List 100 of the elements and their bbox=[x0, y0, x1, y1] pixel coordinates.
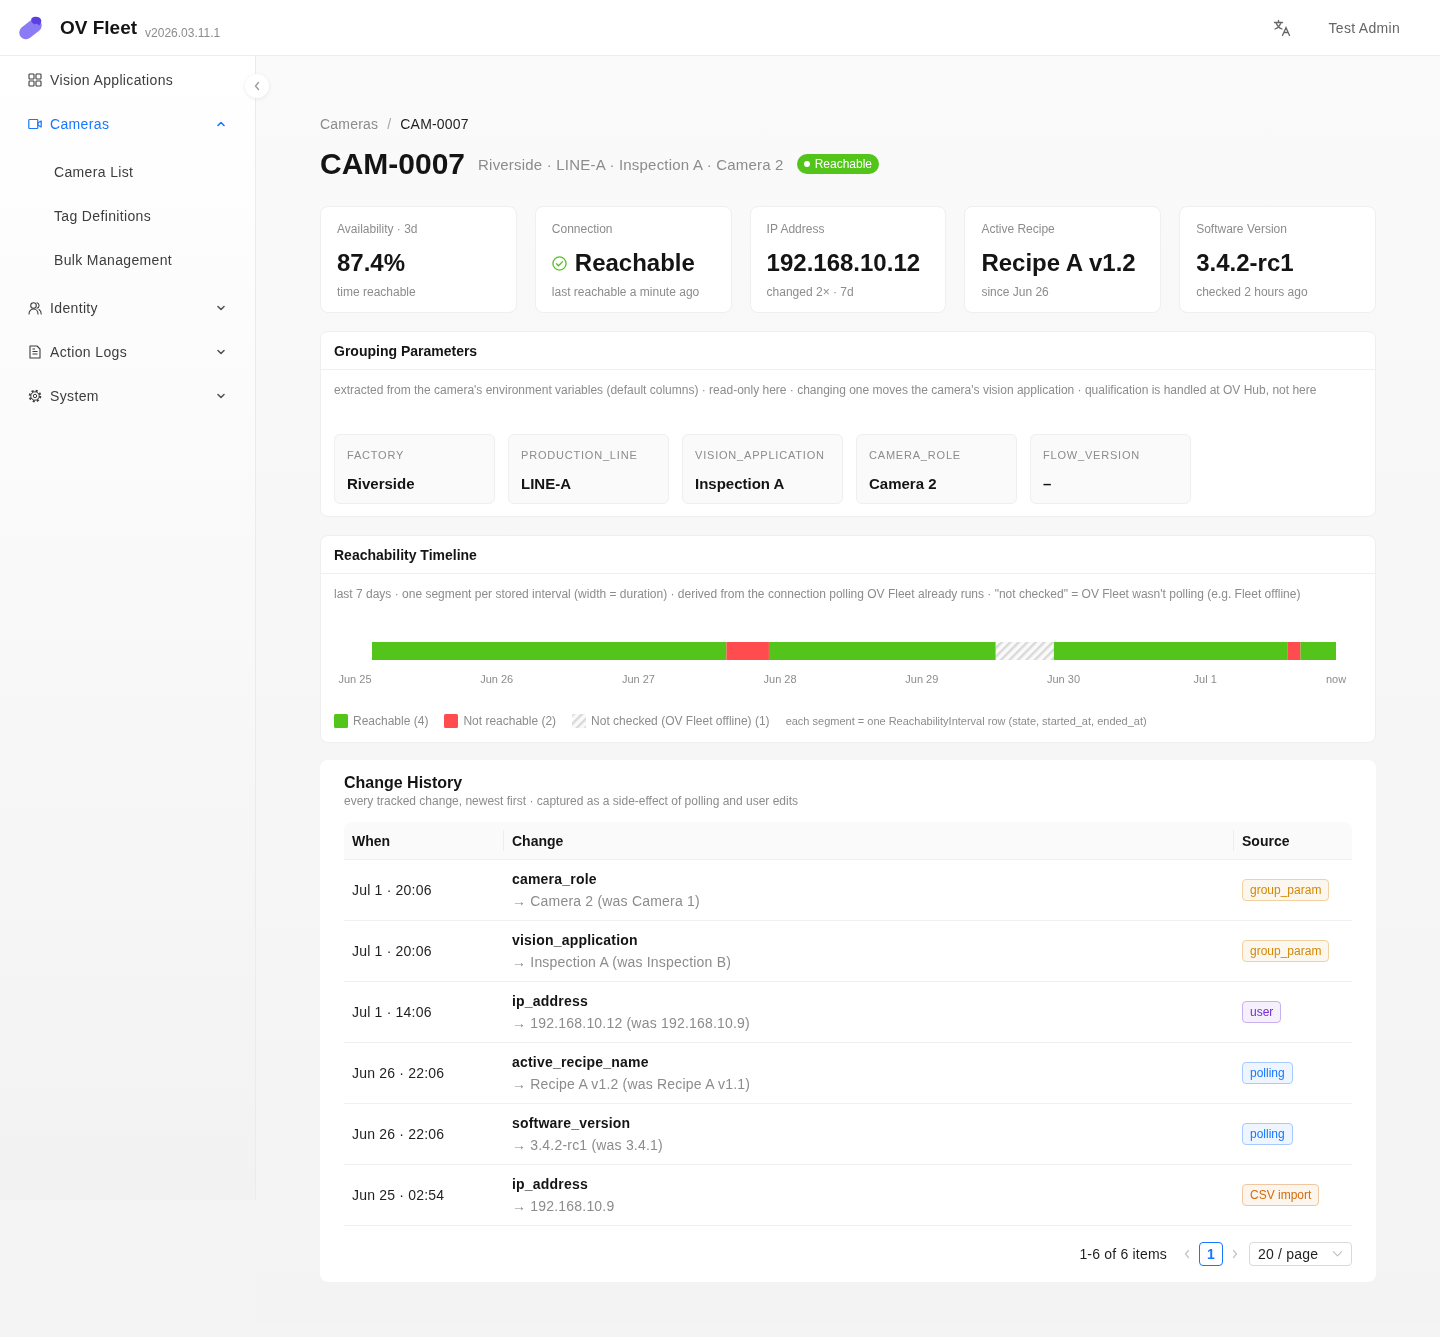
legend-label: Not checked (OV Fleet offline) (1) bbox=[591, 714, 770, 728]
gear-icon bbox=[28, 389, 42, 403]
parameter-value: LINE-A bbox=[521, 474, 572, 494]
axis-tick-label: Jun 28 bbox=[763, 673, 797, 685]
document-icon bbox=[28, 345, 42, 359]
user-name[interactable]: Test Admin bbox=[1328, 19, 1400, 36]
table-cell-text: Jul 1 · 20:06 bbox=[351, 942, 433, 961]
app-name: OV Fleet bbox=[60, 16, 138, 39]
source-tag: group_param bbox=[1242, 879, 1330, 901]
page-size-select[interactable]: 20 / page bbox=[1249, 1242, 1352, 1266]
column-header: Source bbox=[1233, 822, 1352, 859]
table-cell-text: Jul 1 · 14:06 bbox=[351, 1003, 433, 1022]
chevron-left-icon bbox=[1183, 1249, 1191, 1259]
breadcrumb-separator: / bbox=[387, 115, 392, 134]
sidebar-subitem[interactable]: Tag Definitions bbox=[4, 196, 243, 236]
check-circle-icon bbox=[551, 255, 567, 271]
change-description: → 192.168.10.12 (was 192.168.10.9) bbox=[512, 1014, 750, 1033]
sidebar-item[interactable]: System bbox=[4, 376, 243, 416]
axis-tick-label: Jul 1 bbox=[1193, 673, 1217, 685]
sidebar-item[interactable]: Action Logs bbox=[4, 332, 243, 372]
chevron-left-icon bbox=[253, 81, 261, 91]
sidebar-subitem[interactable]: Bulk Management bbox=[4, 240, 243, 280]
grid-icon bbox=[28, 73, 42, 87]
column-header: Change bbox=[503, 822, 1233, 859]
source-tag: polling bbox=[1242, 1062, 1293, 1084]
page-subtitle: Riverside · LINE-A · Inspection A · Camera 2 bbox=[478, 155, 784, 173]
page-button[interactable]: 1 bbox=[1199, 1242, 1223, 1266]
stat-value: Recipe A v1.2 bbox=[981, 248, 1136, 278]
stat-label: Active Recipe bbox=[981, 221, 1056, 237]
change-description: → Recipe A v1.2 (was Recipe A v1.1) bbox=[512, 1075, 751, 1094]
section-title: Change History bbox=[344, 773, 464, 793]
users-icon bbox=[28, 301, 42, 315]
stat-value: 87.4% bbox=[337, 248, 406, 278]
parameter-key: PRODUCTION_LINE bbox=[521, 448, 656, 462]
version-label: v2026.03.11.1 bbox=[145, 25, 221, 40]
table-cell-text: Jul 1 · 20:06 bbox=[351, 881, 433, 900]
chevron-down-icon bbox=[1332, 1250, 1343, 1258]
stat-note: last reachable a minute ago bbox=[551, 284, 701, 300]
parameter-key: CAMERA_ROLE bbox=[869, 448, 1004, 462]
source-tag: group_param bbox=[1242, 940, 1330, 962]
column-header: When bbox=[351, 831, 392, 851]
stat-label: Connection bbox=[551, 221, 614, 237]
change-description: → 192.168.10.9 bbox=[512, 1197, 615, 1216]
stat-note: changed 2× · 7d bbox=[766, 284, 855, 300]
axis-tick-label: Jun 30 bbox=[1047, 673, 1080, 685]
chevron-right-icon bbox=[1231, 1249, 1239, 1259]
axis-tick-label: Jun 29 bbox=[905, 673, 939, 685]
legend-note: each segment = one ReachabilityInterval row (state, started_at, ended_at) bbox=[785, 715, 1147, 727]
stat-label: Availability · 3d bbox=[337, 221, 419, 237]
parameter-value: Inspection A bbox=[695, 474, 786, 494]
table-cell-text: Jun 25 · 02:54 bbox=[351, 1186, 446, 1205]
parameter-value: Riverside bbox=[347, 474, 416, 494]
change-field: software_version bbox=[512, 1112, 631, 1134]
sidebar-item[interactable]: Identity bbox=[4, 288, 243, 328]
parameter-value: – bbox=[1043, 474, 1053, 494]
stat-value: Reachable bbox=[574, 248, 695, 278]
status-badge: Reachable bbox=[796, 154, 880, 174]
stat-note: since Jun 26 bbox=[981, 284, 1050, 300]
sidebar-item[interactable]: Cameras bbox=[4, 104, 243, 144]
source-tag: CSV import bbox=[1242, 1184, 1320, 1206]
stat-note: checked 2 hours ago bbox=[1196, 284, 1309, 300]
table-cell-text: Jun 26 · 22:06 bbox=[351, 1125, 446, 1144]
legend-label: Not reachable (2) bbox=[463, 714, 557, 728]
status-dot-icon bbox=[803, 161, 810, 167]
translate-icon[interactable] bbox=[1272, 18, 1291, 37]
stat-value: 3.4.2-rc1 bbox=[1196, 248, 1294, 278]
stat-label: IP Address bbox=[766, 221, 826, 237]
sidebar-subitem[interactable]: Camera List bbox=[4, 152, 243, 192]
parameter-key: VISION_APPLICATION bbox=[695, 448, 830, 462]
change-field: active_recipe_name bbox=[512, 1051, 649, 1073]
change-field: vision_application bbox=[512, 929, 638, 951]
axis-tick-label: Jun 27 bbox=[621, 673, 655, 685]
parameter-value: Camera 2 bbox=[869, 474, 938, 494]
axis-tick-label: Jun 26 bbox=[480, 673, 514, 685]
source-tag: user bbox=[1242, 1001, 1282, 1023]
page-title: CAM-0007 bbox=[320, 146, 466, 182]
axis-tick-label: Jun 25 bbox=[338, 673, 372, 685]
source-tag: polling bbox=[1242, 1123, 1293, 1145]
change-description: → Inspection A (was Inspection B) bbox=[512, 953, 732, 972]
panel-description: extracted from the camera's environment variables (default columns) · read-only here · changing one moves the camera's vision application · qualification is handled at OV Hub, not here bbox=[334, 382, 1318, 399]
panel-title: Grouping Parameters bbox=[334, 342, 478, 359]
change-description: → Camera 2 (was Camera 1) bbox=[512, 892, 700, 911]
video-camera-icon bbox=[28, 117, 42, 131]
parameter-key: FLOW_VERSION bbox=[1043, 448, 1178, 462]
section-subtitle: every tracked change, newest first · captured as a side-effect of polling and user edits bbox=[344, 793, 800, 809]
pagination-summary: 1-6 of 6 items bbox=[1079, 1246, 1167, 1262]
stat-note: time reachable bbox=[337, 284, 417, 300]
stat-value: 192.168.10.12 bbox=[766, 248, 921, 278]
sidebar-item[interactable]: Vision Applications bbox=[4, 60, 243, 100]
change-field: camera_role bbox=[512, 868, 597, 890]
table-cell-text: Jun 26 · 22:06 bbox=[351, 1064, 446, 1083]
change-field: ip_address bbox=[512, 1173, 588, 1195]
stat-label: Software Version bbox=[1196, 221, 1288, 237]
panel-title: Reachability Timeline bbox=[334, 546, 477, 563]
panel-description: last 7 days · one segment per stored interval (width = duration) · derived from the connection polling OV Fleet already runs · "not checked" = OV Fleet wasn't polling (e.g. Fleet offline) bbox=[334, 586, 1302, 603]
breadcrumb-current: CAM-0007 bbox=[400, 115, 469, 134]
parameter-key: FACTORY bbox=[347, 448, 482, 462]
change-description: → 3.4.2-rc1 (was 3.4.1) bbox=[512, 1136, 663, 1155]
change-field: ip_address bbox=[512, 990, 588, 1012]
legend-label: Reachable (4) bbox=[353, 714, 429, 728]
